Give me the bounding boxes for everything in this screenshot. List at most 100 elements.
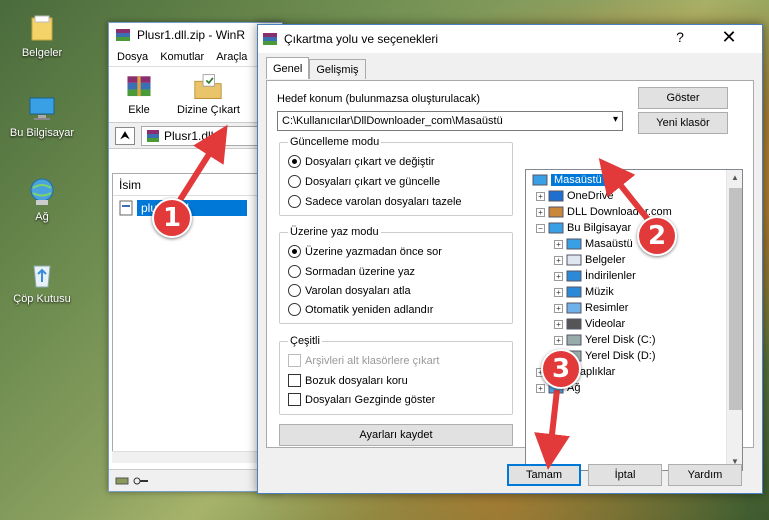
misc-option-keep-broken[interactable]: Bozuk dosyaları koru (288, 374, 408, 387)
computer-icon (548, 222, 564, 234)
winrar-app-icon (116, 29, 130, 41)
horizontal-scrollbar[interactable] (112, 451, 262, 463)
expand-icon[interactable]: + (554, 271, 563, 281)
update-option-replace[interactable]: Dosyaları çıkart ve değiştir (288, 155, 435, 168)
desktop-icon-label: Belgeler (21, 47, 63, 59)
expand-icon[interactable]: + (554, 303, 563, 313)
new-folder-button[interactable]: Yeni klasör (638, 112, 728, 134)
tree-item[interactable]: − Bu Bilgisayar (536, 221, 631, 235)
scroll-thumb[interactable] (729, 188, 742, 410)
winrar-title: Plusr1.dll.zip - WinR (137, 28, 246, 42)
computer-icon (29, 97, 55, 120)
checkbox (288, 354, 301, 367)
desktop-icon-recycle-bin[interactable]: Çöp Kutusu (6, 258, 78, 305)
dialog-titlebar[interactable]: Çıkartma yolu ve seçenekleri ? ✕ (258, 25, 762, 53)
close-icon[interactable]: ✕ (714, 27, 744, 49)
general-panel: Hedef konum (bulunmazsa oluşturulacak) C… (266, 80, 754, 471)
tree-item[interactable]: + Yerel Disk (C:) (554, 333, 656, 347)
pictures-icon (566, 302, 582, 314)
collapse-icon[interactable]: − (536, 223, 545, 233)
tree-item[interactable]: + OneDrive (536, 189, 613, 203)
add-button[interactable]: Ekle (119, 73, 159, 116)
tab-advanced[interactable]: Gelişmiş (309, 59, 366, 79)
radio-button[interactable] (288, 195, 301, 208)
up-folder-button[interactable]: ⮝ (115, 126, 135, 145)
dll-file-icon (119, 200, 133, 216)
radio-button[interactable] (288, 175, 301, 188)
expand-icon[interactable]: + (536, 207, 545, 217)
scroll-up-icon[interactable]: ▲ (731, 173, 739, 182)
overwrite-mode-title: Üzerine yaz modu (288, 226, 381, 238)
tree-item[interactable]: + Masaüstü (554, 237, 633, 251)
winrar-app-icon (263, 33, 277, 45)
archive-path-text: Plusr1.dll.z (164, 128, 223, 143)
tab-general[interactable]: Genel (266, 57, 310, 79)
annotation-marker-3: 3 (541, 349, 581, 389)
tree-item-label: Yerel Disk (D:) (585, 350, 656, 362)
column-header-name[interactable]: İsim (113, 174, 261, 196)
tree-item[interactable]: + Belgeler (554, 253, 625, 267)
tree-item[interactable]: + Resimler (554, 301, 628, 315)
option-label: Arşivleri alt klasörlere çıkart (305, 354, 440, 367)
save-settings-button[interactable]: Ayarları kaydet (279, 424, 513, 446)
extract-to-button[interactable]: Dizine Çıkart (177, 73, 240, 116)
tree-item-label: Videolar (585, 318, 626, 330)
radio-button[interactable] (288, 265, 301, 278)
expand-icon[interactable]: + (536, 191, 545, 201)
radio-button[interactable] (288, 303, 301, 316)
option-label: Dosyaları Gezginde göster (305, 393, 436, 406)
radio-button[interactable] (288, 155, 301, 168)
desktop-icon-this-pc[interactable]: Bu Bilgisayar (6, 92, 78, 139)
key-icon (133, 477, 148, 484)
tree-item[interactable]: + Videolar (554, 317, 625, 331)
misc-group: Çeşitli Arşivleri alt klasörlere çıkart … (279, 335, 513, 415)
show-button[interactable]: Göster (638, 87, 728, 109)
update-mode-group: Güncelleme modu Dosyaları çıkart ve deği… (279, 136, 513, 216)
option-label: Sadece varolan dosyaları tazele (305, 195, 462, 208)
destination-field[interactable]: C:\Kullanıcılar\DllDownloader_com\Masaüs… (277, 111, 623, 131)
tree-item[interactable]: + İndirilenler (554, 269, 636, 283)
menu-tools[interactable]: Araçla (216, 51, 247, 63)
drive-icon (566, 334, 582, 346)
radio-button[interactable] (288, 284, 301, 297)
folder-icon (31, 15, 53, 41)
download-icon (566, 270, 582, 282)
tree-item-label: Müzik (585, 286, 614, 298)
help-button[interactable]: Yardım (668, 464, 742, 486)
tree-item[interactable]: + Müzik (554, 285, 614, 299)
onedrive-icon (548, 190, 564, 202)
radio-button[interactable] (288, 245, 301, 258)
expand-icon[interactable]: + (536, 383, 545, 393)
expand-icon[interactable]: + (554, 255, 563, 265)
update-option-update[interactable]: Dosyaları çıkart ve güncelle (288, 175, 440, 188)
expand-icon[interactable]: + (554, 239, 563, 249)
destination-value: C:\Kullanıcılar\DllDownloader_com\Masaüs… (282, 115, 503, 127)
checkbox[interactable] (288, 374, 301, 387)
option-label: Üzerine yazmadan önce sor (305, 245, 442, 258)
tree-item-label: Masaüstü (551, 174, 605, 186)
menu-commands[interactable]: Komutlar (160, 51, 204, 63)
misc-option-show-explorer[interactable]: Dosyaları Gezginde göster (288, 393, 435, 406)
expand-icon[interactable]: + (554, 319, 563, 329)
overwrite-option-rename[interactable]: Otomatik yeniden adlandır (288, 303, 433, 316)
overwrite-option-overwrite[interactable]: Sormadan üzerine yaz (288, 265, 415, 278)
chevron-down-icon[interactable]: ▾ (613, 114, 618, 125)
desktop-icon-documents[interactable]: Belgeler (6, 12, 78, 59)
overwrite-option-skip[interactable]: Varolan dosyaları atla (288, 284, 411, 297)
update-option-freshen[interactable]: Sadece varolan dosyaları tazele (288, 195, 462, 208)
tree-item-label: Yerel Disk (C:) (585, 334, 656, 346)
ok-button[interactable]: Tamam (507, 464, 581, 486)
expand-icon[interactable]: + (554, 335, 563, 345)
dialog-tabs: Genel Gelişmiş (266, 57, 366, 79)
misc-option-subfolders: Arşivleri alt klasörlere çıkart (288, 354, 439, 367)
cancel-button[interactable]: İptal (588, 464, 662, 486)
annotation-marker-1: 1 (152, 198, 192, 238)
help-icon[interactable]: ? (670, 29, 690, 49)
tree-item[interactable]: Masaüstü (532, 173, 605, 187)
checkbox[interactable] (288, 393, 301, 406)
expand-icon[interactable]: + (554, 287, 563, 297)
desktop-icon-network[interactable]: Ağ (6, 176, 78, 223)
menu-file[interactable]: Dosya (117, 51, 148, 63)
overwrite-option-ask[interactable]: Üzerine yazmadan önce sor (288, 245, 442, 258)
tree-scrollbar[interactable]: ▲ ▼ (726, 170, 742, 470)
